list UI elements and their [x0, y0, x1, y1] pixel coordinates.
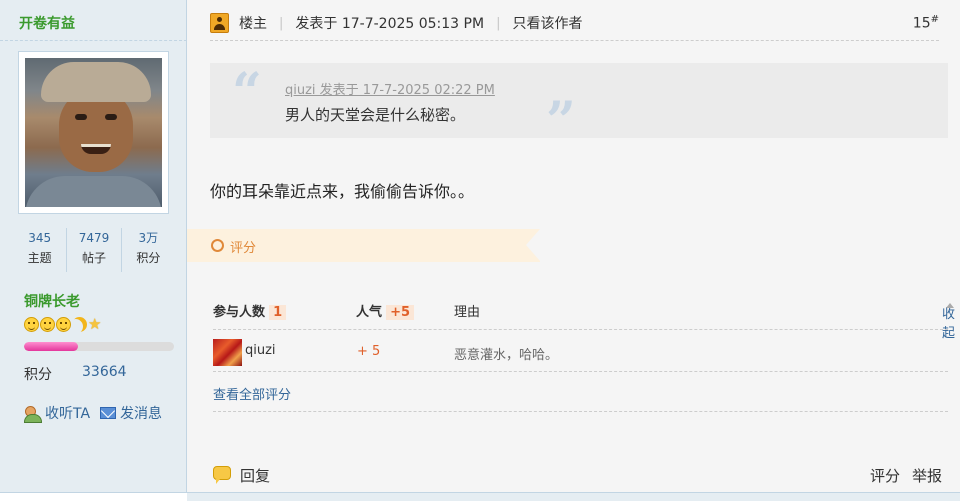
separator: | [496, 15, 501, 31]
reason-header: 理由 [454, 305, 481, 320]
reply-icon[interactable] [213, 466, 231, 484]
chevron-up-icon [946, 303, 954, 308]
level-icons: ★ [24, 317, 101, 332]
smile-icon [56, 317, 71, 332]
author-name[interactable]: 开卷有益 [19, 13, 75, 33]
quote-text: 男人的天堂会是什么秘密。 [285, 106, 466, 124]
only-author-link[interactable]: 只看该作者 [512, 13, 582, 33]
level-progress-fill [24, 342, 78, 351]
credit-label: 积分 [24, 367, 52, 383]
floor-number[interactable]: 15# [913, 14, 939, 32]
stat-value: 7479 [78, 231, 110, 245]
quote-block: “ qiuzi 发表于 17-7-2025 02:22 PM 男人的天堂会是什么… [210, 62, 948, 148]
smile-icon [24, 317, 39, 332]
credit-row: 积分 33664 [24, 364, 127, 384]
smile-icon [40, 317, 55, 332]
stat-value: 345 [28, 231, 52, 245]
rater-name[interactable]: qiuzi [245, 343, 276, 358]
post-main: 楼主 | 发表于 17-7-2025 05:13 PM | 只看该作者 15# … [187, 0, 960, 501]
send-message-link[interactable]: 发消息 [120, 403, 162, 423]
avatar-photo [25, 58, 162, 207]
post-header: 楼主 | 发表于 17-7-2025 05:13 PM | 只看该作者 15# [210, 9, 939, 37]
divider [213, 329, 948, 330]
rating-circle-icon [211, 239, 224, 252]
reply-button[interactable]: 回复 [240, 465, 270, 486]
author-sidebar: 开卷有益 345 主题 7479 帖子 3万 积分 铜牌长老 ★ 积分 3366… [0, 0, 187, 501]
stat-label: 帖子 [81, 251, 106, 265]
author-actions: 收听TA 发消息 [24, 403, 162, 423]
close-quote-icon: ” [546, 91, 576, 152]
follow-link[interactable]: 收听TA [45, 403, 90, 423]
stat-value: 3万 [138, 231, 159, 245]
report-button[interactable]: 举报 [912, 465, 942, 486]
popularity: 人气 +5 [356, 301, 415, 320]
op-badge-icon [210, 13, 229, 33]
rater-avatar[interactable] [213, 339, 242, 366]
header-divider [210, 40, 939, 41]
rating-row: qiuzi + 5 恶意灌水，哈哈。 [213, 337, 942, 366]
stat-points[interactable]: 3万 积分 [120, 228, 175, 272]
rating-header: 参与人数 1 人气 +5 理由 收起 [213, 299, 955, 341]
post-body: 你的耳朵靠近点来，我偷偷告诉你。。 [210, 182, 475, 201]
rate-button[interactable]: 评分 [870, 465, 900, 486]
stat-posts[interactable]: 7479 帖子 [66, 228, 120, 272]
divider [213, 411, 948, 412]
rating-tag: 评分 [187, 229, 540, 262]
open-quote-icon: “ [232, 62, 262, 123]
author-avatar[interactable] [18, 51, 169, 214]
star-icon: ★ [88, 315, 102, 333]
mail-icon[interactable] [100, 407, 117, 419]
user-rank[interactable]: 铜牌长老 [24, 291, 80, 311]
separator: | [279, 15, 284, 31]
footer-actions: 评分 举报 [870, 465, 942, 486]
divider [0, 40, 187, 41]
rater-reason: 恶意灌水，哈哈。 [454, 348, 559, 363]
sidebar-bottom-edge [0, 492, 187, 501]
level-progress-bar [24, 342, 174, 351]
participants: 参与人数 1 [213, 301, 287, 320]
post-bottom-edge [187, 492, 960, 501]
author-stats: 345 主题 7479 帖子 3万 积分 [13, 228, 175, 272]
quote-author-link[interactable]: qiuzi 发表于 17-7-2025 02:22 PM [285, 79, 495, 98]
stat-label: 主题 [27, 251, 52, 265]
post-time: 发表于 17-7-2025 05:13 PM [295, 16, 485, 32]
rating-tag-label: 评分 [230, 241, 257, 256]
moon-icon [72, 317, 87, 332]
divider [213, 371, 948, 372]
follow-icon[interactable] [24, 405, 42, 423]
stat-threads[interactable]: 345 主题 [13, 228, 66, 272]
view-all-ratings-link[interactable]: 查看全部评分 [213, 384, 291, 403]
credit-value: 33664 [82, 364, 127, 380]
rater-score: + 5 [357, 344, 381, 359]
op-label: 楼主 [239, 16, 267, 32]
post-footer: 回复 评分 举报 [213, 464, 942, 486]
stat-label: 积分 [136, 251, 161, 265]
